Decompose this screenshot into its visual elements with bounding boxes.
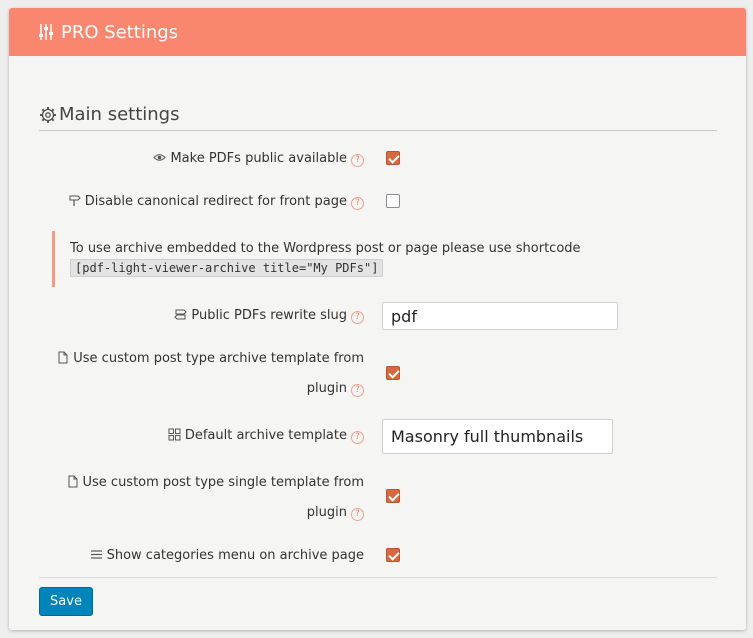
save-button[interactable]: Save [39,587,93,616]
setting-label-default-archive-template: Default archive template? [168,428,364,444]
canonical-redirect-checkbox[interactable] [386,194,400,208]
setting-label-public-pdfs: Make PDFs public available? [153,151,364,167]
rewrite-slug-input[interactable]: pdf [382,302,618,330]
setting-label-canonical-redirect: Disable canonical redirect for front pag… [68,194,364,210]
grid-icon [168,428,181,441]
notice-text: To use archive embedded to the Wordpress… [70,241,581,256]
archive-template-checkbox[interactable] [386,366,400,380]
setting-label-archive-template-line2: plugin? [307,381,364,397]
footer-divider [39,577,717,578]
setting-label-archive-template-line1: Use custom post type archive template fr… [56,351,364,366]
section-title: Main settings [39,104,179,125]
signpost-icon [68,194,81,207]
settings-panel: PRO Settings Main settings Make PDFs pub… [9,8,746,630]
divider [39,130,717,131]
default-archive-template-select[interactable]: Masonry full thumbnails [382,419,613,454]
help-icon[interactable]: ? [351,384,364,397]
file-icon [66,475,79,488]
setting-label-single-template-line1: Use custom post type single template fro… [66,475,364,490]
panel-header: PRO Settings [9,8,746,56]
categories-menu-checkbox[interactable] [386,548,400,562]
setting-label-categories-menu: Show categories menu on archive page [90,548,364,563]
help-icon[interactable]: ? [351,431,364,444]
public-pdfs-checkbox[interactable] [386,151,400,165]
sliders-icon [37,23,55,41]
setting-label-single-template-line2: plugin? [307,505,364,521]
signpost-icon [174,308,188,321]
shortcode-code: [pdf-light-viewer-archive title="My PDFs… [70,259,384,277]
help-icon[interactable]: ? [351,197,364,210]
setting-label-rewrite-slug: Public PDFs rewrite slug? [174,308,364,324]
help-icon[interactable]: ? [351,154,364,167]
single-template-checkbox[interactable] [386,489,400,503]
file-icon [56,351,69,364]
shortcode-notice: To use archive embedded to the Wordpress… [52,231,712,287]
eye-icon [153,151,167,164]
menu-icon [90,548,103,561]
section-title-text: Main settings [59,104,180,125]
help-icon[interactable]: ? [351,311,364,324]
help-icon[interactable]: ? [351,508,364,521]
panel-title: PRO Settings [61,21,179,43]
gear-icon [39,106,57,124]
